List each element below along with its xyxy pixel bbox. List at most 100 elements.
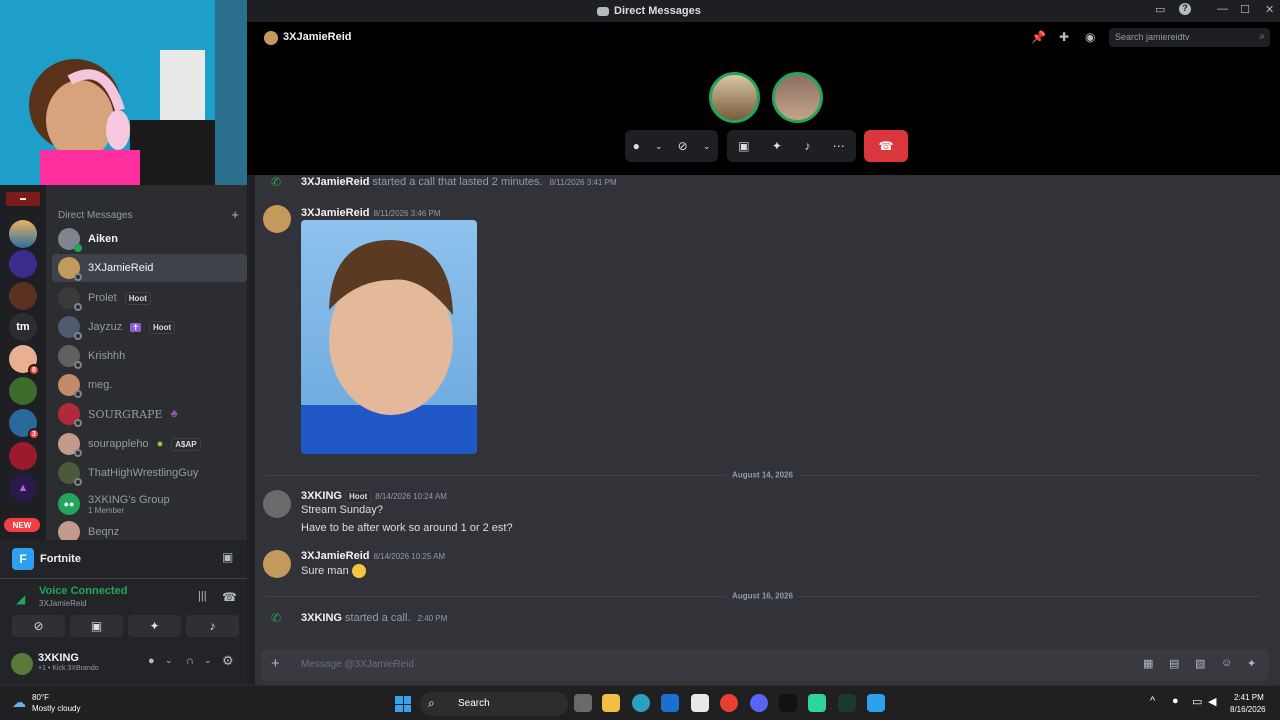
user-name[interactable]: 3XKING <box>38 652 79 664</box>
camera-off-icon[interactable]: ⊘ <box>678 139 688 153</box>
outlook-icon[interactable] <box>661 694 679 712</box>
clock-time[interactable]: 2:41 PM <box>1234 693 1264 702</box>
new-badge[interactable]: NEW <box>4 518 40 532</box>
weather-icon[interactable]: ☁ <box>12 694 26 711</box>
maximize-icon[interactable]: ☐ <box>1240 3 1250 16</box>
app-icon[interactable] <box>838 694 856 712</box>
chevron-down-icon[interactable]: ⌄ <box>204 655 212 666</box>
message-author[interactable]: 3XJamieReid <box>301 176 369 188</box>
discord-taskbar-icon[interactable] <box>750 694 768 712</box>
end-call-button[interactable]: ☎ <box>864 130 908 162</box>
participant-avatar[interactable] <box>709 72 760 123</box>
start-icon[interactable] <box>395 696 411 712</box>
taskbar-search[interactable]: ⌕ Search <box>420 692 568 716</box>
dm-item[interactable]: SOURGRAPE ♣ <box>52 400 247 428</box>
server-icon-tm[interactable]: tm <box>9 313 37 341</box>
avatar[interactable] <box>263 550 291 578</box>
close-icon[interactable]: ✕ <box>1265 3 1274 16</box>
soundboard-icon[interactable]: ♪ <box>804 139 810 153</box>
avatar[interactable] <box>263 205 291 233</box>
headphones-icon[interactable]: ∩ <box>186 655 194 667</box>
dm-item[interactable]: Krishhh <box>52 342 247 370</box>
weather-temp[interactable]: 80°F <box>32 693 49 702</box>
participant-avatar[interactable] <box>772 72 823 123</box>
server-icon[interactable] <box>9 442 37 470</box>
server-icon[interactable]: 3 <box>9 409 40 440</box>
dm-item[interactable]: Aiken <box>52 225 247 253</box>
server-icon[interactable]: ▲ <box>9 474 37 502</box>
add-dm-icon[interactable]: + <box>231 207 239 222</box>
tray-chevron-icon[interactable]: ^ <box>1150 695 1155 707</box>
gift-icon[interactable]: ▦ <box>1143 657 1153 670</box>
dm-item[interactable]: ThatHighWrestlingGuy <box>52 459 247 487</box>
mic-tray-icon[interactable]: ● <box>1172 695 1179 707</box>
noise-suppression-icon[interactable]: ||| <box>198 590 207 602</box>
edge-icon[interactable] <box>632 694 650 712</box>
microphone-icon[interactable]: ● <box>148 655 155 667</box>
volume-icon[interactable]: ◀ <box>1208 695 1216 708</box>
dm-item-selected[interactable]: 3XJamieReid <box>52 254 247 282</box>
dm-item[interactable]: Prolet Hoot <box>52 284 247 312</box>
attach-plus-icon[interactable]: + <box>271 655 280 672</box>
microphone-icon[interactable]: ● <box>633 139 640 153</box>
chevron-down-icon[interactable]: ⌄ <box>165 655 173 666</box>
help-icon[interactable]: ? <box>1179 3 1191 15</box>
screen-share-button[interactable]: ▣ <box>70 615 123 637</box>
message-author[interactable]: 3XKING <box>301 490 342 502</box>
message-input[interactable]: + Message @3XJamieReid ▦ ▤ ▧ ☺ ✦ <box>261 649 1269 681</box>
chrome-icon[interactable] <box>720 694 738 712</box>
settings-gear-icon[interactable]: ⚙ <box>222 653 234 669</box>
dm-item[interactable]: Beqnz <box>52 518 247 540</box>
more-icon[interactable]: ⋯ <box>833 139 845 153</box>
dm-item[interactable]: meg. <box>52 371 247 399</box>
search-input[interactable]: Search jamiereidtv ⌕ <box>1109 28 1270 47</box>
emoji-icon[interactable]: ☺ <box>1221 657 1232 669</box>
network-icon[interactable]: ▭ <box>1192 695 1202 708</box>
message-author[interactable]: 3XJamieReid <box>301 207 369 219</box>
date-label: August 14, 2026 <box>726 470 799 480</box>
server-icon[interactable]: ▬ <box>6 192 40 206</box>
message-author[interactable]: 3XKING <box>301 612 342 624</box>
voice-status[interactable]: Voice Connected <box>39 585 127 597</box>
inbox-icon[interactable]: ▭ <box>1155 3 1165 16</box>
store-icon[interactable] <box>691 694 709 712</box>
dm-item-name: Jayzuz <box>88 321 123 333</box>
message-author[interactable]: 3XJamieReid <box>301 550 369 562</box>
dm-item[interactable]: Jayzuz ✝ Hoot <box>52 313 247 341</box>
screen-share-icon[interactable]: ▣ <box>738 139 749 153</box>
camera-off-button[interactable]: ⊘ <box>12 615 65 637</box>
avatar[interactable] <box>263 490 291 518</box>
soundboard-button[interactable]: ♪ <box>186 615 239 637</box>
server-icon[interactable] <box>9 250 37 278</box>
fortnite-taskbar-icon[interactable] <box>867 694 885 712</box>
disconnect-icon[interactable]: ☎ <box>222 590 237 604</box>
pin-icon[interactable]: 📌 <box>1031 30 1046 44</box>
chevron-down-icon[interactable]: ⌄ <box>703 141 711 152</box>
server-icon[interactable] <box>9 282 37 310</box>
minimize-icon[interactable]: — <box>1217 3 1228 15</box>
server-icon[interactable] <box>9 220 37 248</box>
dm-item[interactable]: sourappleho ● A$AP <box>52 430 247 458</box>
sticker-icon[interactable]: ▧ <box>1195 657 1205 670</box>
obs-icon[interactable] <box>808 694 826 712</box>
task-view-icon[interactable] <box>574 694 592 712</box>
server-icon[interactable] <box>9 377 37 405</box>
profile-icon[interactable]: ◉ <box>1085 30 1095 44</box>
clock-date[interactable]: 8/16/2026 <box>1230 705 1266 714</box>
activities-icon[interactable]: ✦ <box>772 139 782 153</box>
apps-icon[interactable]: ✦ <box>1247 657 1256 670</box>
voice-channel[interactable]: 3XJamieReid <box>39 599 87 608</box>
server-icon[interactable]: 8 <box>9 345 40 376</box>
message-image-attachment[interactable] <box>301 220 477 454</box>
game-activity[interactable]: F Fortnite <box>12 548 81 570</box>
dm-item-group[interactable]: ●● 3XKING's Group 1 Member <box>52 489 247 519</box>
user-avatar[interactable] <box>11 653 33 675</box>
capcut-icon[interactable] <box>779 694 797 712</box>
file-explorer-icon[interactable] <box>602 694 620 712</box>
gif-icon[interactable]: ▤ <box>1169 657 1179 670</box>
weather-desc[interactable]: Mostly cloudy <box>32 704 80 713</box>
chevron-down-icon[interactable]: ⌄ <box>655 141 663 152</box>
activities-button[interactable]: ✦ <box>128 615 181 637</box>
stream-icon[interactable]: ▣ <box>222 550 233 564</box>
add-friend-icon[interactable]: ✚ <box>1059 30 1069 44</box>
